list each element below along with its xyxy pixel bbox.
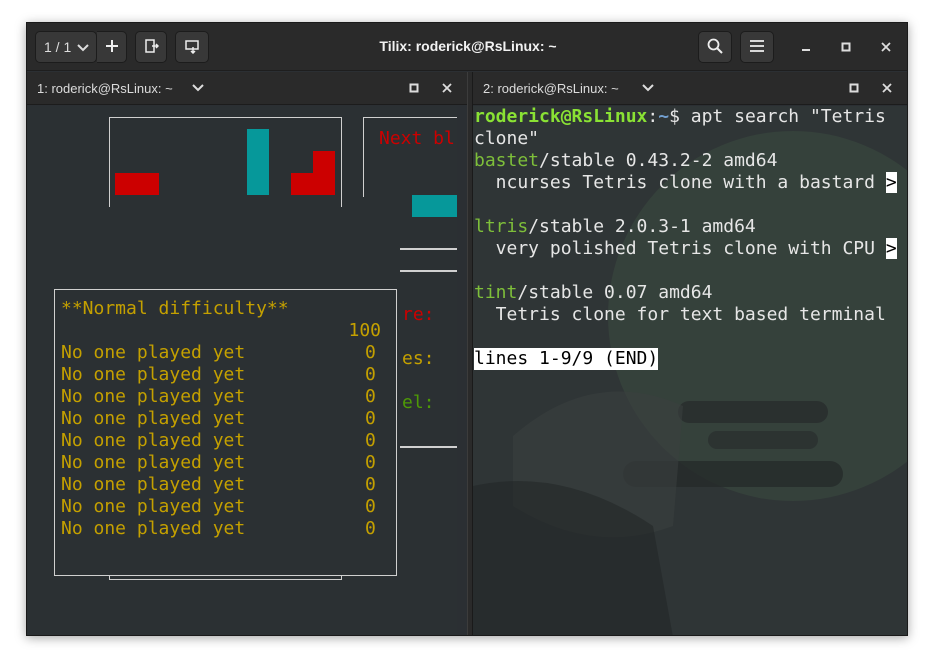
hamburger-menu-icon xyxy=(749,39,765,56)
close-icon[interactable] xyxy=(437,78,457,98)
close-window-button[interactable] xyxy=(874,35,898,59)
tilix-window: 1 / 1 Tilix: roderick@RsLinux: ~ 1: rode… xyxy=(26,22,908,636)
truncation-marker: > xyxy=(885,172,897,193)
split-right-button[interactable] xyxy=(135,31,167,63)
prompt-separator: : xyxy=(647,106,659,127)
menu-button[interactable] xyxy=(740,31,774,63)
score-row-name: No one played yet xyxy=(61,518,246,539)
score-row-name: No one played yet xyxy=(61,408,246,429)
score-label: re: xyxy=(402,304,435,325)
next-block-label: Next bl xyxy=(379,128,455,149)
high-scores-dialog: **Normal difficulty** 100 No one played … xyxy=(54,289,397,576)
score-row-value: 0 xyxy=(365,408,376,429)
score-row-name: No one played yet xyxy=(61,496,246,517)
score-row-value: 0 xyxy=(365,342,376,363)
score-row-name: No one played yet xyxy=(61,386,246,407)
package-name: tint xyxy=(474,282,518,303)
score-row-value: 0 xyxy=(365,430,376,451)
right-terminal[interactable]: roderick@RsLinux:~$ apt search "Tetris c… xyxy=(473,106,907,635)
split-down-button[interactable] xyxy=(175,31,209,63)
command-line: roderick@RsLinux:~$ apt search "Tetris xyxy=(474,106,886,128)
left-pane-titlebar[interactable]: 1: roderick@RsLinux: ~ xyxy=(27,72,467,105)
prompt-symbol: $ xyxy=(669,106,680,127)
pager-status: lines 1-9/9 (END) xyxy=(474,348,659,370)
maximize-icon[interactable] xyxy=(404,78,424,98)
package-description: ncurses Tetris clone with a bastard xyxy=(474,172,886,193)
score-row-value: 0 xyxy=(365,518,376,539)
close-icon[interactable] xyxy=(877,78,897,98)
maximize-icon xyxy=(841,39,851,55)
minimize-button[interactable] xyxy=(794,35,818,59)
plus-icon xyxy=(105,39,119,56)
side-divider xyxy=(400,248,457,250)
session-label: 1 / 1 xyxy=(44,39,72,55)
level-label: el: xyxy=(402,392,435,413)
tetromino-block xyxy=(313,151,335,173)
result-header: bastet/stable 0.43.2-2 amd64 xyxy=(474,150,777,172)
score-row-value: 0 xyxy=(365,386,376,407)
lines-label: es: xyxy=(402,348,435,369)
package-name: ltris xyxy=(474,216,529,237)
left-pane-title: 1: roderick@RsLinux: ~ xyxy=(37,81,173,96)
left-terminal[interactable]: Next bl re: es: el: **Normal difficulty*… xyxy=(27,106,457,635)
chevron-down-icon xyxy=(77,39,89,55)
search-button[interactable] xyxy=(698,31,732,63)
close-icon xyxy=(881,39,891,55)
result-header: tint/stable 0.07 amd64 xyxy=(474,282,712,304)
tetromino-block xyxy=(115,173,159,195)
add-session-button[interactable] xyxy=(97,31,127,63)
package-meta: /stable 0.43.2-2 amd64 xyxy=(539,150,778,171)
side-divider xyxy=(400,270,457,272)
tetromino-block xyxy=(247,129,269,195)
right-pane-titlebar[interactable]: 2: roderick@RsLinux: ~ xyxy=(473,72,907,105)
result-description: Tetris clone for text based terminal xyxy=(474,304,886,325)
score-row-name: No one played yet xyxy=(61,452,246,473)
result-description: very polished Tetris clone with CPU > xyxy=(474,238,897,260)
score-row-value: 0 xyxy=(365,496,376,517)
search-icon xyxy=(707,38,723,57)
package-meta: /stable 2.0.3-1 amd64 xyxy=(528,216,756,237)
score-row-value: 0 xyxy=(365,364,376,385)
right-pane-title: 2: roderick@RsLinux: ~ xyxy=(483,81,619,96)
score-row-name: No one played yet xyxy=(61,430,246,451)
split-vertical-icon xyxy=(184,38,200,57)
maximize-button[interactable] xyxy=(834,35,858,59)
session-switcher-button[interactable]: 1 / 1 xyxy=(35,31,97,63)
command-text-continued: clone" xyxy=(474,128,540,149)
package-name: bastet xyxy=(474,150,540,171)
maximize-icon[interactable] xyxy=(844,78,864,98)
package-meta: /stable 0.07 amd64 xyxy=(517,282,713,303)
score-row-value: 0 xyxy=(365,474,376,495)
prompt-user: roderick@RsLinux xyxy=(474,106,648,127)
chevron-down-icon[interactable] xyxy=(188,78,208,98)
prompt-path: ~ xyxy=(658,106,670,127)
score-row-name: No one played yet xyxy=(61,474,246,495)
next-tetromino-block xyxy=(412,195,457,217)
truncation-marker: > xyxy=(885,238,897,259)
score-row-value: 0 xyxy=(365,452,376,473)
command-text: apt search "Tetris xyxy=(679,106,886,127)
split-horizontal-icon xyxy=(143,38,160,57)
minimize-icon xyxy=(801,39,811,55)
top-score-value: 100 xyxy=(348,320,381,341)
side-divider xyxy=(400,446,457,448)
result-description: ncurses Tetris clone with a bastard > xyxy=(474,172,897,194)
chevron-down-icon[interactable] xyxy=(638,78,658,98)
package-description: very polished Tetris clone with CPU xyxy=(474,238,886,259)
difficulty-header: **Normal difficulty** xyxy=(61,298,289,319)
score-row-name: No one played yet xyxy=(61,342,246,363)
header-bar: 1 / 1 Tilix: roderick@RsLinux: ~ xyxy=(27,23,907,71)
score-row-name: No one played yet xyxy=(61,364,246,385)
result-header: ltris/stable 2.0.3-1 amd64 xyxy=(474,216,756,238)
tetromino-block xyxy=(291,173,335,195)
